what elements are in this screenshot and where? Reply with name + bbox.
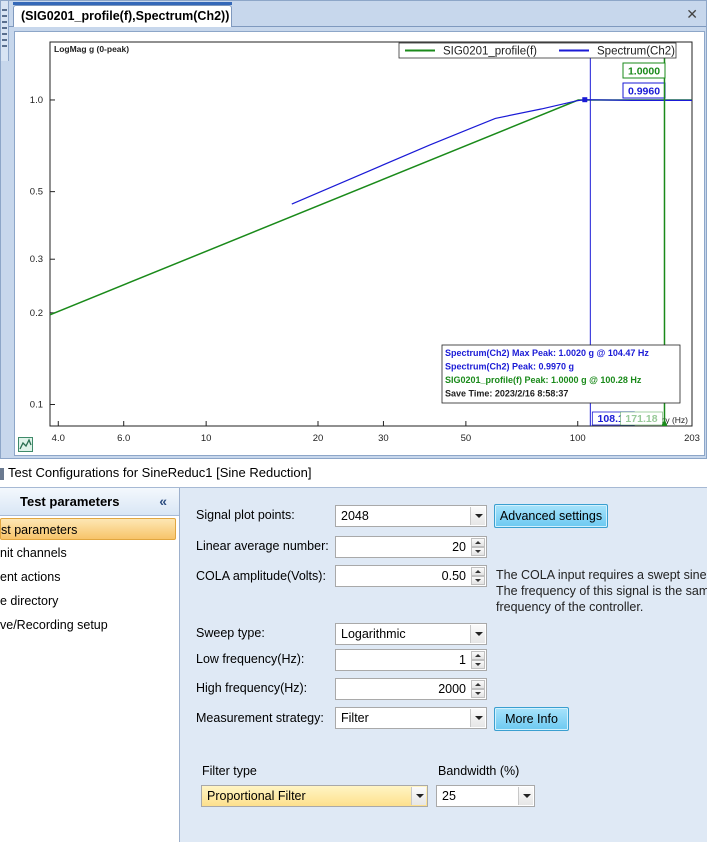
navigation-header: Test parameters « — [0, 488, 179, 516]
linear-average-stepper[interactable]: 20 — [335, 536, 487, 558]
info-line: SIG0201_profile(f) Peak: 1.0000 g @ 100.… — [445, 375, 642, 385]
filter-type-label: Filter type — [202, 764, 257, 778]
cola-note-line-2: The frequency of this signal is the same… — [496, 584, 707, 598]
decrement-icon[interactable] — [471, 660, 485, 669]
nav-item-label: e directory — [0, 594, 59, 608]
filter-type-value: Proportional Filter — [207, 789, 306, 803]
low-frequency-label: Low frequency(Hz): — [196, 652, 305, 666]
info-line: Save Time: 2023/2/16 8:58:37 — [445, 389, 568, 399]
close-icon[interactable]: ✕ — [686, 6, 698, 23]
config-title: Test Configurations for SineReduc1 [Sine… — [8, 465, 312, 480]
spectrum-chart[interactable]: 0.1 0.2 0.3 0.5 1.0 4.0 6.0 10 20 30 50 100 203 LogMa… — [15, 32, 706, 457]
decrement-icon[interactable] — [471, 689, 485, 698]
side-dock-strip[interactable] — [1, 1, 9, 61]
cola-amplitude-value: 0.50 — [441, 569, 466, 583]
nav-item-save-directory[interactable]: e directory — [0, 590, 176, 612]
y-axis-label: LogMag g (0-peak) — [54, 44, 129, 54]
low-frequency-stepper[interactable]: 1 — [335, 649, 487, 671]
nav-item-limit-channels[interactable]: nit channels — [0, 542, 176, 564]
cola-amplitude-stepper[interactable]: 0.50 — [335, 565, 487, 587]
config-title-bar: Test Configurations for SineReduc1 [Sine… — [0, 460, 707, 487]
nav-item-label: ent actions — [0, 570, 61, 584]
cursor-readout: 1.0000 — [628, 66, 660, 78]
x-tick-label: 6.0 — [117, 433, 130, 444]
high-frequency-value: 2000 — [438, 682, 466, 696]
linear-average-label: Linear average number: — [196, 539, 329, 553]
nav-item-test-parameters[interactable]: st parameters — [0, 518, 176, 540]
nav-item-label: nit channels — [0, 546, 67, 560]
y-tick-label: 0.2 — [30, 308, 43, 319]
info-line: Spectrum(Ch2) Peak: 0.9970 g — [445, 362, 574, 372]
chevron-down-icon[interactable] — [470, 625, 485, 643]
plot-window: (SIG0201_profile(f),Spectrum(Ch2)) ✕ 0.1… — [0, 0, 707, 459]
x-tick-label: 50 — [461, 433, 472, 444]
linear-average-value: 20 — [452, 540, 466, 554]
nav-item-event-actions[interactable]: ent actions — [0, 566, 176, 588]
filter-type-select[interactable]: Proportional Filter — [201, 785, 428, 807]
increment-icon[interactable] — [471, 680, 485, 689]
plot-tab-title: (SIG0201_profile(f),Spectrum(Ch2)) — [21, 9, 230, 23]
y-tick-label: 0.1 — [30, 400, 43, 411]
x-tick-label: 30 — [378, 433, 389, 444]
x-tick-label: 10 — [201, 433, 212, 444]
advanced-settings-button[interactable]: Advanced settings — [494, 504, 608, 528]
chevron-down-icon[interactable] — [518, 787, 533, 805]
increment-icon[interactable] — [471, 651, 485, 660]
info-line: Spectrum(Ch2) Max Peak: 1.0020 g @ 104.4… — [445, 348, 649, 358]
nav-item-recording-setup[interactable]: ve/Recording setup — [0, 614, 176, 636]
config-body: Test parameters « st parameters nit chan… — [0, 487, 707, 842]
measurement-strategy-select[interactable]: Filter — [335, 707, 487, 729]
cola-note-line-1: The COLA input requires a swept sine sig — [496, 568, 707, 582]
y-tick-label: 1.0 — [30, 95, 43, 106]
high-frequency-label: High frequency(Hz): — [196, 681, 308, 695]
increment-icon[interactable] — [471, 567, 485, 576]
navigation-panel: Test parameters « st parameters nit chan… — [0, 488, 180, 842]
parameters-form: Signal plot points: 2048 Advanced settin… — [181, 488, 707, 842]
low-frequency-value: 1 — [459, 653, 466, 667]
sweep-type-label: Sweep type: — [196, 626, 265, 640]
cola-amplitude-label: COLA amplitude(Volts): — [196, 569, 326, 583]
legend-label: Spectrum(Ch2) — [597, 46, 675, 58]
chevron-down-icon[interactable] — [470, 507, 485, 525]
chevron-down-icon[interactable] — [411, 787, 426, 805]
chevron-down-icon[interactable] — [470, 709, 485, 727]
bandwidth-select[interactable]: 25 — [436, 785, 535, 807]
peak-marker — [582, 97, 588, 103]
sweep-type-value: Logarithmic — [341, 627, 406, 641]
window-icon — [0, 468, 4, 480]
navigation-header-label: Test parameters — [20, 494, 120, 509]
signal-plot-points-label: Signal plot points: — [196, 508, 295, 522]
x-tick-label: 20 — [313, 433, 324, 444]
cola-note-line-3: frequency of the controller. — [496, 600, 644, 614]
collapse-icon[interactable]: « — [159, 493, 167, 509]
legend-label: SIG0201_profile(f) — [443, 46, 537, 58]
nav-item-label: st parameters — [1, 523, 78, 537]
bandwidth-label: Bandwidth (%) — [438, 764, 520, 778]
decrement-icon[interactable] — [471, 576, 485, 585]
more-info-button[interactable]: More Info — [494, 707, 569, 731]
measurement-strategy-label: Measurement strategy: — [196, 711, 324, 725]
cursor-x-label: 171.18 — [625, 413, 657, 425]
sweep-type-select[interactable]: Logarithmic — [335, 623, 487, 645]
cursor-readout: 0.9960 — [628, 86, 660, 98]
chart-type-icon[interactable] — [18, 437, 33, 452]
x-tick-label: 203 — [684, 433, 700, 444]
x-tick-label: 4.0 — [52, 433, 65, 444]
signal-plot-points-select[interactable]: 2048 — [335, 505, 487, 527]
increment-icon[interactable] — [471, 538, 485, 547]
measurement-strategy-value: Filter — [341, 711, 369, 725]
y-tick-label: 0.3 — [30, 254, 43, 265]
chart-panel: 0.1 0.2 0.3 0.5 1.0 4.0 6.0 10 20 30 50 100 203 LogMa… — [14, 31, 705, 456]
y-tick-label: 0.5 — [30, 187, 43, 198]
plot-document-tab[interactable]: (SIG0201_profile(f),Spectrum(Ch2)) — [13, 2, 232, 27]
decrement-icon[interactable] — [471, 547, 485, 556]
nav-item-label: ve/Recording setup — [0, 618, 108, 632]
x-tick-label: 100 — [570, 433, 586, 444]
high-frequency-stepper[interactable]: 2000 — [335, 678, 487, 700]
signal-plot-points-value: 2048 — [341, 509, 369, 523]
bandwidth-value: 25 — [442, 789, 456, 803]
